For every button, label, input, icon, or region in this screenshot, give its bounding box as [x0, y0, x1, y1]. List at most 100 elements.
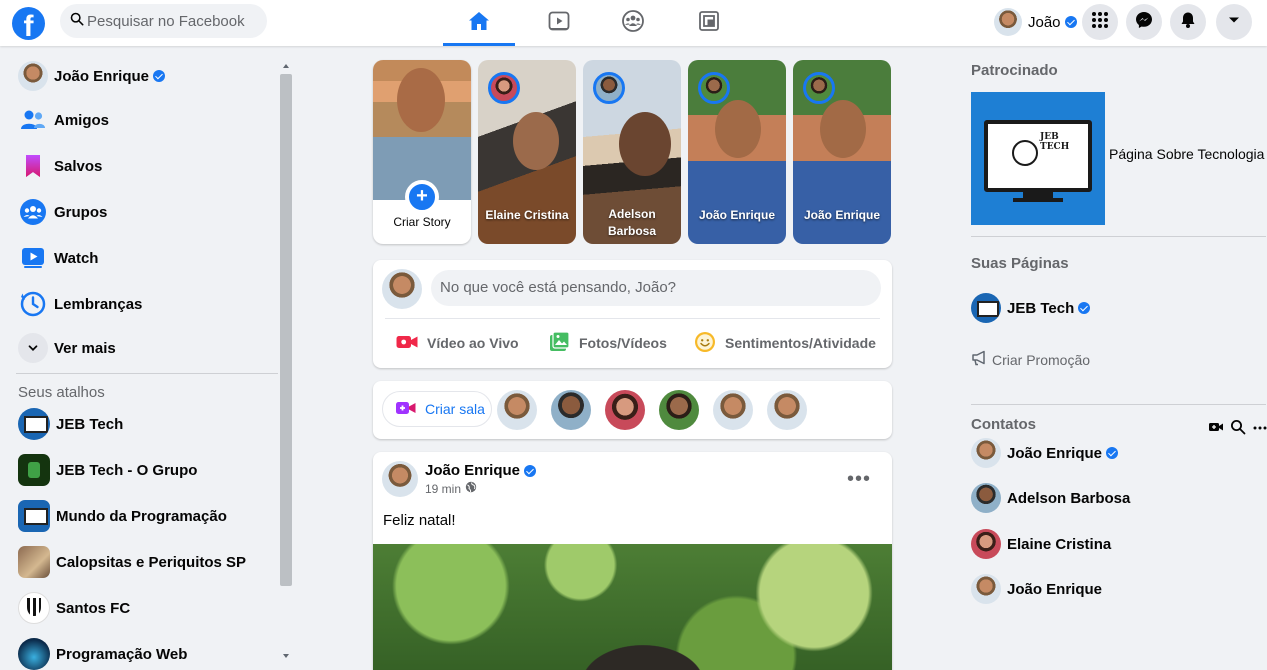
monitor-graphic: JEB TECH [984, 120, 1092, 192]
ad-text[interactable]: Página Sobre Tecnologia [1109, 146, 1264, 162]
globe-icon [461, 481, 477, 496]
contact-name: João Enrique [1007, 444, 1103, 462]
tab-watch[interactable] [523, 0, 595, 46]
account-menu-button[interactable] [1216, 4, 1252, 40]
avatar [18, 638, 50, 670]
shortcut-item[interactable]: JEB Tech [8, 402, 276, 446]
post-text: Feliz natal! [383, 512, 456, 529]
composer-input[interactable]: No que você está pensando, João? [431, 270, 881, 306]
create-room-label: Criar sala [425, 401, 485, 417]
smiley-icon [693, 330, 725, 357]
post-photo[interactable] [373, 544, 892, 670]
avatar[interactable] [382, 461, 418, 497]
home-icon [467, 9, 491, 38]
shortcut-label: Santos FC [56, 599, 131, 617]
story-card[interactable]: João Enrique [793, 60, 891, 244]
facebook-logo[interactable]: f [12, 7, 45, 40]
contact-item[interactable]: João Enrique [971, 574, 1102, 604]
story-card[interactable]: Adelson Barbosa [583, 60, 681, 244]
contact-name: Adelson Barbosa [1007, 489, 1131, 507]
create-story-label: Criar Story [393, 215, 451, 229]
create-room-button[interactable]: Criar sala [382, 391, 492, 427]
search-icon[interactable] [1228, 418, 1248, 436]
messenger-icon [1134, 10, 1154, 35]
feed-post: João Enrique 19 min ••• Feliz natal! [373, 452, 892, 670]
scrollbar-thumb[interactable] [280, 74, 292, 586]
tab-gaming[interactable] [673, 0, 745, 46]
scroll-down-icon[interactable] [283, 654, 289, 658]
sidebar-item-label: João Enrique [54, 67, 150, 85]
messenger-button[interactable] [1126, 4, 1162, 40]
room-contact-avatar[interactable] [767, 390, 807, 430]
new-room-icon[interactable] [1206, 418, 1226, 436]
room-contact-avatar[interactable] [713, 390, 753, 430]
sidebar-item-profile[interactable]: João Enrique [8, 54, 276, 98]
shortcut-item[interactable]: Programação Web [8, 632, 276, 670]
shortcut-label: Mundo da Programação [56, 507, 227, 525]
create-story-card[interactable]: + Criar Story [373, 60, 471, 244]
post-time[interactable]: 19 min [425, 482, 461, 496]
sidebar-item-label: Ver mais [54, 339, 116, 357]
shortcut-item[interactable]: Mundo da Programação [8, 494, 276, 538]
video-icon [547, 9, 571, 38]
groups-icon [621, 9, 645, 38]
avatar [698, 72, 730, 104]
search-input[interactable] [87, 12, 257, 30]
divider [971, 404, 1266, 405]
globe-icon [1012, 140, 1038, 166]
more-options-icon[interactable] [1250, 418, 1267, 436]
gaming-icon [697, 9, 721, 38]
shortcut-label: JEB Tech - O Grupo [56, 461, 198, 479]
menu-button[interactable] [1082, 4, 1118, 40]
sidebar-item-watch[interactable]: Watch [8, 236, 276, 280]
story-card[interactable]: João Enrique [688, 60, 786, 244]
divider [385, 318, 880, 319]
scroll-up-icon[interactable] [283, 64, 289, 68]
video-camera-icon [395, 399, 425, 420]
sidebar-item-saved[interactable]: Salvos [8, 144, 276, 188]
sidebar-item-friends[interactable]: Amigos [8, 98, 276, 142]
your-pages-title: Suas Páginas [971, 255, 1069, 272]
shortcut-item[interactable]: Santos FC [8, 586, 276, 630]
search-box[interactable] [60, 4, 267, 38]
contact-name: Elaine Cristina [1007, 535, 1112, 553]
ad-image[interactable]: JEB TECH [971, 92, 1105, 225]
more-options-icon[interactable]: ••• [847, 469, 871, 489]
avatar [18, 408, 50, 440]
promo-label: Criar Promoção [992, 351, 1091, 368]
room-contact-avatar[interactable] [551, 390, 591, 430]
story-card[interactable]: Elaine Cristina [478, 60, 576, 244]
plus-icon[interactable]: + [405, 180, 439, 214]
caret-down-icon [1224, 10, 1244, 35]
chevron-down-icon [18, 333, 48, 363]
sponsored-title: Patrocinado [971, 62, 1058, 79]
room-contact-avatar[interactable] [497, 390, 537, 430]
verified-icon [1078, 302, 1091, 314]
post-author[interactable]: João Enrique [425, 462, 537, 479]
divider [971, 236, 1266, 237]
action-label: Vídeo ao Vivo [427, 335, 519, 351]
contact-item[interactable]: Adelson Barbosa [971, 483, 1130, 513]
sidebar-item-groups[interactable]: Grupos [8, 190, 276, 234]
live-video-button[interactable]: Vídeo ao Vivo [395, 328, 519, 358]
tab-home[interactable] [443, 0, 515, 46]
contact-item[interactable]: João Enrique [971, 438, 1119, 468]
create-promotion-button[interactable]: Criar Promoção [971, 350, 1090, 369]
notifications-button[interactable] [1170, 4, 1206, 40]
sidebar-item-memories[interactable]: Lembranças [8, 282, 276, 326]
room-contact-avatar[interactable] [659, 390, 699, 430]
sidebar-item-see-more[interactable]: Ver mais [8, 326, 276, 370]
page-item[interactable]: JEB Tech [971, 293, 1091, 323]
feeling-activity-button[interactable]: Sentimentos/Atividade [693, 328, 876, 358]
room-contact-avatar[interactable] [605, 390, 645, 430]
rooms-bar: Criar sala [373, 381, 892, 439]
tab-groups[interactable] [597, 0, 669, 46]
shortcut-item[interactable]: JEB Tech - O Grupo [8, 448, 276, 492]
stories-row: + Criar Story Elaine Cristina Adelson Ba… [373, 60, 893, 244]
contact-item[interactable]: Elaine Cristina [971, 529, 1111, 559]
photo-video-button[interactable]: Fotos/Vídeos [547, 328, 667, 358]
profile-chip[interactable]: João [994, 7, 1077, 37]
sidebar-scrollbar[interactable] [280, 58, 292, 670]
shortcut-item[interactable]: Calopsitas e Periquitos SP [8, 540, 276, 584]
story-name: João Enrique [698, 208, 775, 222]
